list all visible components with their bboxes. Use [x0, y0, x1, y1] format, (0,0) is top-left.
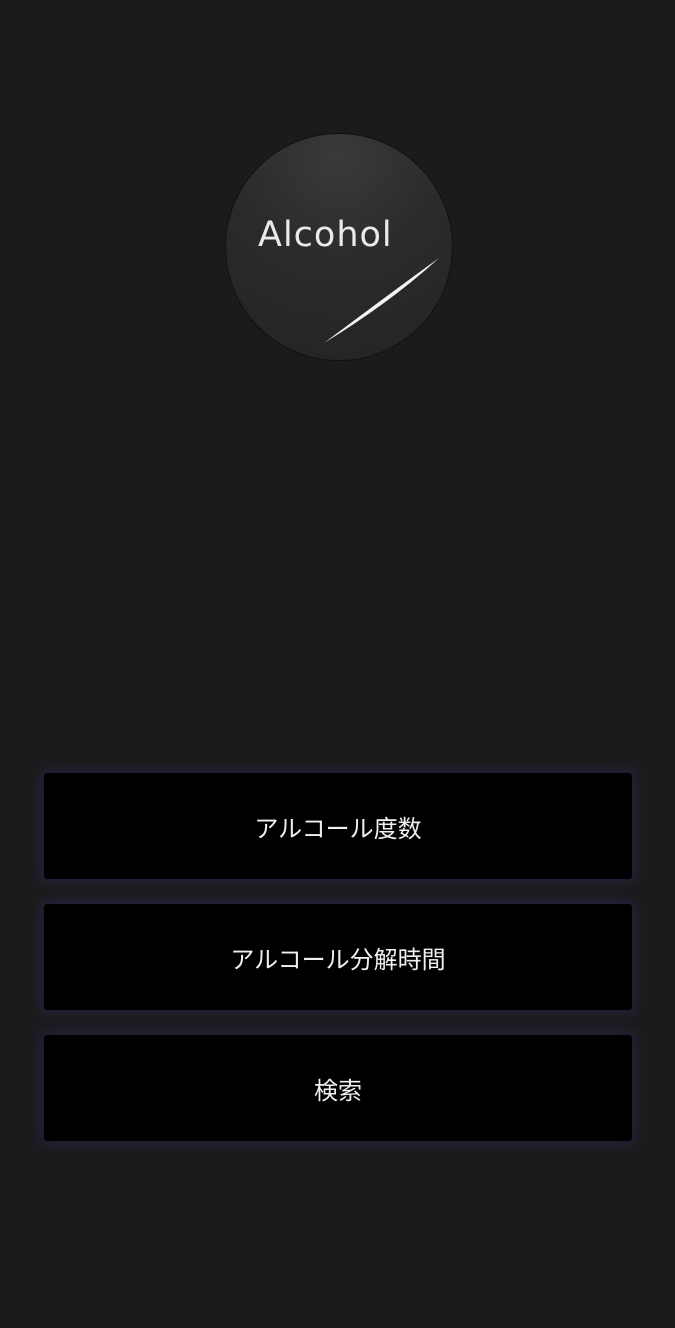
search-button[interactable]: 検索	[43, 1034, 633, 1142]
alcohol-decomposition-time-button[interactable]: アルコール分解時間	[43, 903, 633, 1011]
alcohol-percentage-button[interactable]: アルコール度数	[43, 772, 633, 880]
search-label: 検索	[314, 1076, 362, 1105]
alcohol-decomposition-time-label: アルコール分解時間	[230, 945, 446, 974]
app-logo: Alcohol	[225, 133, 453, 361]
alcohol-percentage-label: アルコール度数	[254, 814, 422, 843]
logo-slash-icon	[324, 258, 439, 343]
